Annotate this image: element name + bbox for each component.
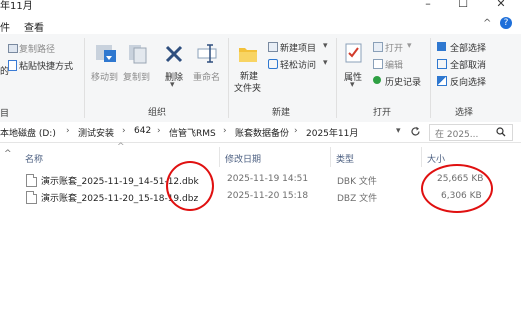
- move-to-button[interactable]: 移动到: [91, 42, 120, 90]
- chevron-down-icon[interactable]: ▾: [323, 41, 328, 51]
- annotation-circle-extension: [166, 161, 214, 211]
- breadcrumb-folder[interactable]: 信管飞RMS: [169, 126, 216, 139]
- ribbon-collapse-icon[interactable]: ^: [483, 18, 491, 29]
- group-label-organize: 组织: [148, 108, 167, 118]
- file-date: 2025-11-20 15:18: [227, 191, 309, 201]
- history-label: 历史记录: [385, 78, 422, 88]
- breadcrumb-folder[interactable]: 账套数据备份: [235, 126, 289, 139]
- search-icon[interactable]: [496, 127, 506, 137]
- select-none-icon: [437, 59, 447, 69]
- group-label-select: 选择: [455, 108, 474, 118]
- group-divider: [228, 38, 229, 118]
- new-folder-icon: [239, 48, 257, 62]
- refresh-icon[interactable]: [410, 126, 421, 137]
- chevron-right-icon[interactable]: ›: [122, 126, 126, 136]
- copy-to-button[interactable]: 复制到: [123, 42, 152, 90]
- search-box[interactable]: 在 2025...: [429, 124, 513, 141]
- easy-access-label: 轻松访问: [280, 61, 317, 71]
- new-item-icon: [268, 42, 278, 52]
- invert-selection-label: 反向选择: [450, 78, 487, 88]
- invert-selection-icon: [437, 76, 447, 86]
- ribbon-left-fragment: 目: [0, 109, 10, 119]
- easy-access-icon: [268, 59, 278, 69]
- move-to-label: 移动到: [91, 73, 119, 83]
- new-folder-label: 文件夹: [234, 84, 262, 94]
- annotation-circle-size: [421, 164, 493, 213]
- file-date: 2025-11-19 14:51: [227, 174, 309, 184]
- new-item-label: 新建项目: [280, 44, 317, 54]
- chevron-down-icon[interactable]: ▾: [350, 80, 355, 90]
- breadcrumb-folder[interactable]: 测试安装: [78, 126, 114, 139]
- select-all-icon: [437, 42, 446, 51]
- file-icon: [26, 174, 37, 187]
- breadcrumb-folder[interactable]: 642: [134, 126, 151, 136]
- breadcrumb-current[interactable]: 2025年11月: [306, 126, 358, 139]
- copy-to-label: 复制到: [123, 73, 151, 83]
- group-label-open: 打开: [373, 108, 392, 118]
- group-divider: [430, 38, 431, 118]
- new-folder-button[interactable]: 新建 文件夹: [234, 42, 262, 100]
- breadcrumb-drive[interactable]: 本地磁盘 (D:): [0, 126, 56, 139]
- chevron-right-icon[interactable]: ›: [66, 126, 70, 136]
- select-none-label: 全部取消: [450, 61, 487, 71]
- chevron-down-icon[interactable]: ▾: [396, 126, 401, 136]
- edit-label: 编辑: [385, 61, 404, 71]
- chevron-down-icon[interactable]: ▾: [170, 80, 175, 90]
- select-all-label: 全部选择: [450, 44, 487, 54]
- tab-view[interactable]: 查看: [24, 19, 44, 34]
- group-divider: [336, 38, 337, 118]
- file-icon: [26, 191, 37, 204]
- minimize-button[interactable]: –: [413, 0, 443, 13]
- open-icon: [373, 42, 383, 52]
- rename-button[interactable]: 重命名: [192, 42, 222, 90]
- copy-to-icon: [129, 45, 147, 64]
- column-separator: [421, 147, 422, 167]
- paste-shortcut-icon: [8, 60, 17, 71]
- group-label-new: 新建: [272, 108, 291, 118]
- open-label: 打开: [385, 44, 404, 54]
- close-button[interactable]: ✕: [486, 0, 516, 13]
- column-header-date[interactable]: 修改日期: [225, 152, 261, 165]
- copy-path-label: 复制路径: [19, 45, 56, 55]
- help-icon[interactable]: ?: [500, 17, 512, 29]
- chevron-right-icon[interactable]: ›: [223, 126, 227, 136]
- window-title: 年11月: [0, 1, 33, 12]
- copy-path-icon: [8, 44, 18, 53]
- file-list: ^ ^ 名称 修改日期 类型 大小 演示账套_2025-11-19_14-51-…: [0, 142, 521, 330]
- column-header-type[interactable]: 类型: [336, 152, 354, 165]
- maximize-button[interactable]: ☐: [448, 0, 478, 13]
- delete-button[interactable]: 删除 ▾: [162, 42, 186, 90]
- delete-icon: [165, 45, 183, 63]
- ribbon: 的 目 复制路径 粘贴快捷方式 移动到 复制到 删除 ▾ 重命名 组织 新建 文…: [0, 34, 521, 123]
- chevron-down-icon[interactable]: ▾: [323, 58, 328, 68]
- rename-label: 重命名: [193, 73, 221, 83]
- group-divider: [84, 38, 85, 118]
- move-to-icon: [96, 45, 116, 62]
- tab-file[interactable]: 件: [0, 19, 10, 34]
- column-separator: [219, 147, 220, 167]
- chevron-down-icon[interactable]: ▾: [407, 41, 412, 51]
- chevron-right-icon[interactable]: ›: [157, 126, 161, 136]
- paste-shortcut-label: 粘贴快捷方式: [19, 62, 74, 72]
- file-type: DBK 文件: [337, 177, 377, 187]
- properties-button[interactable]: 属性 ▾: [342, 42, 366, 90]
- ribbon-tabs: 件 查看 ^ ?: [0, 14, 521, 34]
- history-icon: [373, 76, 381, 84]
- column-separator: [330, 147, 331, 167]
- nav-pane-chevron-up-icon[interactable]: ^: [4, 149, 12, 159]
- title-bar: 年11月 – ☐ ✕: [0, 0, 521, 14]
- file-type: DBZ 文件: [337, 194, 378, 204]
- rename-icon: [197, 44, 217, 63]
- edit-icon: [373, 59, 383, 69]
- address-bar[interactable]: 本地磁盘 (D:) › 测试安装 › 642 › 信管飞RMS › 账套数据备份…: [0, 122, 521, 143]
- search-input[interactable]: 在 2025...: [435, 127, 478, 140]
- column-header-name[interactable]: 名称: [25, 152, 43, 165]
- properties-icon: [345, 43, 362, 63]
- column-header-size[interactable]: 大小: [427, 152, 445, 165]
- sort-ascending-icon: ^: [117, 142, 125, 152]
- chevron-right-icon[interactable]: ›: [294, 126, 298, 136]
